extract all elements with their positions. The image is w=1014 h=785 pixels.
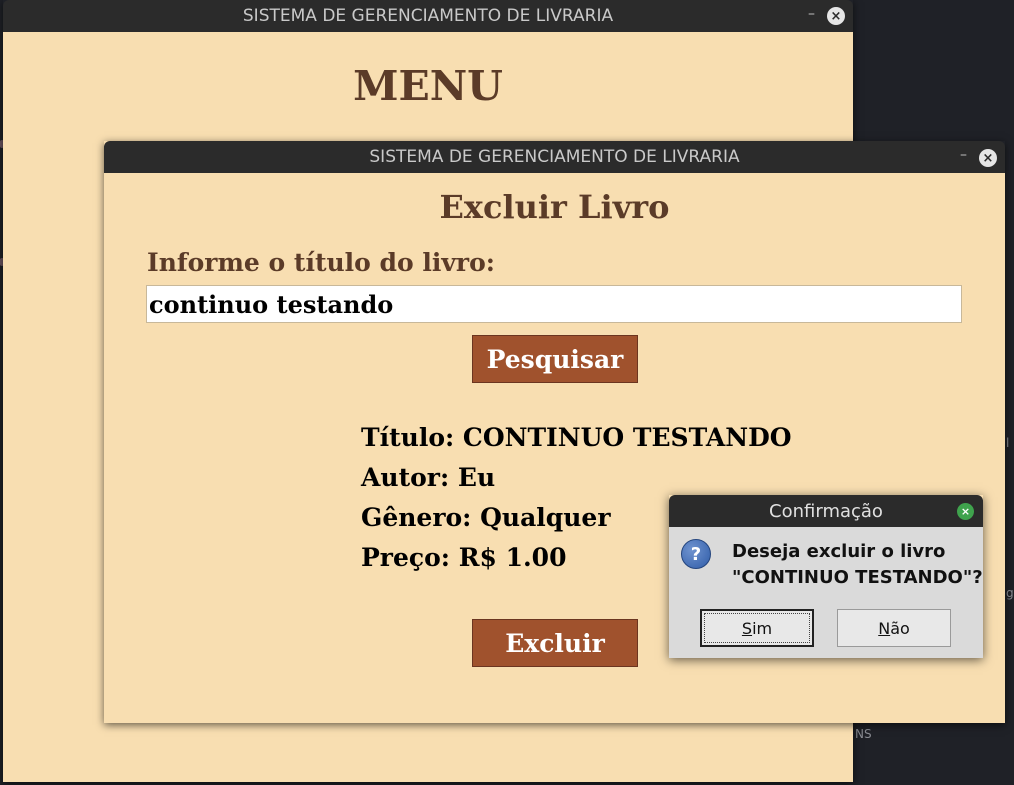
- dialog-title-bar: Confirmação ×: [669, 495, 983, 527]
- book-title-input[interactable]: [146, 285, 962, 323]
- yes-button-mnemonic: S: [741, 618, 753, 638]
- minimize-button[interactable]: –: [808, 6, 815, 22]
- dialog-content: ? Deseja excluir o livro "CONTINUO TESTA…: [669, 527, 983, 658]
- search-button[interactable]: Pesquisar: [472, 335, 638, 383]
- title-bar: SISTEMA DE GERENCIAMENTO DE LIVRARIA – ×: [3, 0, 853, 32]
- desktop-text: NS: [855, 727, 872, 741]
- title-field-label: Informe o título do livro:: [147, 248, 496, 277]
- dialog-message-line1: Deseja excluir o livro: [732, 541, 946, 562]
- yes-button[interactable]: Sim: [700, 609, 814, 647]
- yes-button-label: im: [752, 618, 773, 638]
- book-genre-info: Gênero: Qualquer: [361, 503, 611, 532]
- delete-button[interactable]: Excluir: [472, 619, 638, 667]
- dialog-close-button[interactable]: ×: [957, 503, 974, 520]
- title-bar: SISTEMA DE GERENCIAMENTO DE LIVRARIA – ×: [104, 141, 1005, 173]
- dialog-message: Deseja excluir o livro "CONTINUO TESTAND…: [732, 539, 983, 591]
- minimize-button[interactable]: –: [960, 147, 967, 163]
- desktop-text: l: [1006, 436, 1010, 450]
- confirmation-dialog: Confirmação × ? Deseja excluir o livro "…: [669, 495, 983, 658]
- window-title: SISTEMA DE GERENCIAMENTO DE LIVRARIA: [369, 147, 740, 167]
- book-price-info: Preço: R$ 1.00: [361, 543, 567, 572]
- no-button-label: ão: [890, 618, 910, 638]
- close-button[interactable]: ×: [979, 149, 997, 167]
- dialog-title: Confirmação: [769, 500, 883, 522]
- book-title-info: Título: CONTINUO TESTANDO: [361, 423, 792, 452]
- window-title: SISTEMA DE GERENCIAMENTO DE LIVRARIA: [242, 6, 614, 26]
- close-button[interactable]: ×: [827, 7, 845, 25]
- dialog-message-line2: "CONTINUO TESTANDO"?: [732, 567, 983, 588]
- menu-heading: MENU: [353, 62, 503, 110]
- desktop-text: g: [1006, 586, 1014, 600]
- page-title: Excluir Livro: [439, 188, 670, 226]
- no-button[interactable]: Não: [837, 609, 951, 647]
- book-author-info: Autor: Eu: [361, 463, 496, 492]
- no-button-mnemonic: N: [878, 618, 891, 638]
- question-icon: ?: [681, 539, 711, 569]
